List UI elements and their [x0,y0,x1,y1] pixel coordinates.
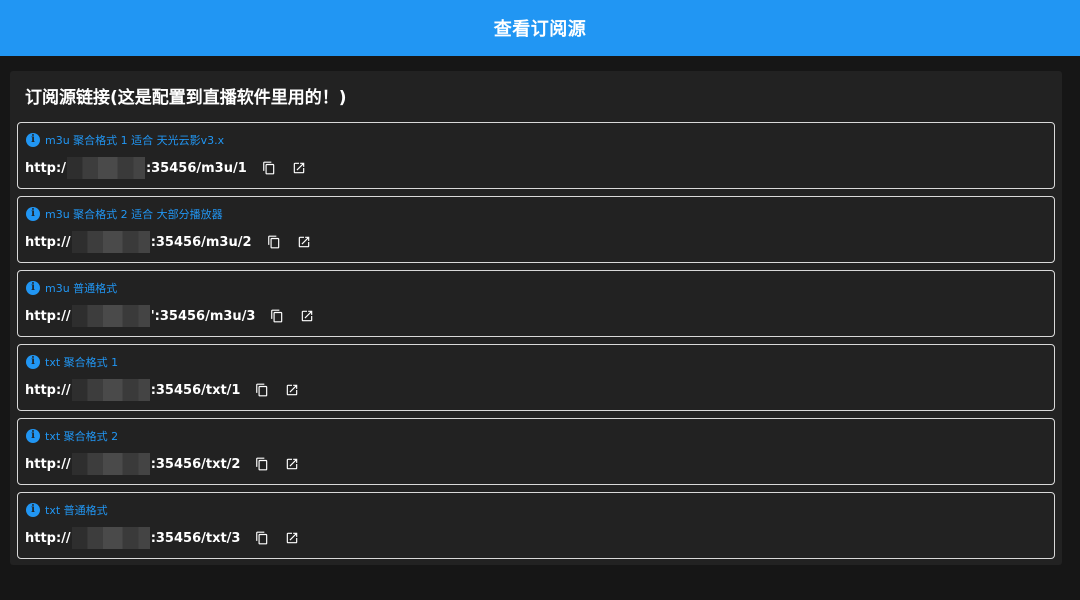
subscription-item: i m3u 普通格式 http:// ':35456/m3u/3 [17,270,1055,337]
url-prefix: http:// [25,234,71,250]
subscription-url[interactable]: http:// :35456/txt/1 [25,379,240,401]
redacted-host [71,379,150,401]
url-suffix: :35456/m3u/2 [150,234,252,250]
item-header: i txt 聚合格式 2 [26,428,118,444]
copy-icon[interactable] [261,160,277,176]
subscription-item: i txt 聚合格式 2 http:// :35456/txt/2 [17,418,1055,485]
subscription-list: i m3u 聚合格式 1 适合 天光云影v3.x http:/ :35456/m… [17,122,1055,566]
info-icon: i [26,503,40,517]
subscription-item: i txt 聚合格式 1 http:// :35456/txt/1 [17,344,1055,411]
subscription-card: 订阅源链接(这是配置到直播软件里用的！) i m3u 聚合格式 1 适合 天光云… [10,71,1062,565]
subscription-item: i m3u 聚合格式 2 适合 大部分播放器 http:// :35456/m3… [17,196,1055,263]
item-description: m3u 普通格式 [45,282,118,295]
url-prefix: http:// [25,382,71,398]
open-in-new-icon[interactable] [291,160,307,176]
redacted-host [71,305,150,327]
item-description: m3u 聚合格式 1 适合 天光云影v3.x [45,134,225,147]
item-url-row: http:// ':35456/m3u/3 [25,305,315,327]
copy-icon[interactable] [254,530,270,546]
open-in-new-icon[interactable] [284,456,300,472]
item-header: i m3u 聚合格式 1 适合 天光云影v3.x [26,132,224,148]
item-url-row: http:// :35456/txt/2 [25,453,300,475]
subscription-url[interactable]: http:// :35456/txt/2 [25,453,240,475]
subscription-url[interactable]: http:/ :35456/m3u/1 [25,157,247,179]
item-url-row: http:// :35456/txt/3 [25,527,300,549]
page-title: 查看订阅源 [493,19,587,40]
item-description: txt 聚合格式 1 [45,356,119,369]
info-icon: i [26,355,40,369]
subscription-url[interactable]: http:// :35456/m3u/2 [25,231,252,253]
open-in-new-icon[interactable] [296,234,312,250]
subscription-url[interactable]: http:// :35456/txt/3 [25,527,240,549]
info-icon: i [26,207,40,221]
url-suffix: :35456/txt/2 [150,456,241,472]
item-description: m3u 聚合格式 2 适合 大部分播放器 [45,208,223,221]
redacted-host [71,453,150,475]
item-description: txt 聚合格式 2 [45,430,119,443]
info-icon: i [26,281,40,295]
item-url-row: http:// :35456/txt/1 [25,379,300,401]
url-suffix: ':35456/m3u/3 [150,308,256,324]
open-in-new-icon[interactable] [284,382,300,398]
info-icon: i [26,429,40,443]
app-header: 查看订阅源 [0,0,1080,56]
url-suffix: :35456/txt/1 [150,382,241,398]
item-description: txt 普通格式 [45,504,108,517]
copy-icon[interactable] [266,234,282,250]
open-in-new-icon[interactable] [284,530,300,546]
item-url-row: http:/ :35456/m3u/1 [25,157,307,179]
redacted-host [66,157,145,179]
redacted-host [71,527,150,549]
url-prefix: http:/ [25,160,66,176]
item-url-row: http:// :35456/m3u/2 [25,231,312,253]
info-icon: i [26,133,40,147]
item-header: i txt 普通格式 [26,502,108,518]
subscription-url[interactable]: http:// ':35456/m3u/3 [25,305,255,327]
redacted-host [71,231,150,253]
subscription-item: i txt 普通格式 http:// :35456/txt/3 [17,492,1055,559]
url-prefix: http:// [25,308,71,324]
open-in-new-icon[interactable] [299,308,315,324]
item-header: i m3u 聚合格式 2 适合 大部分播放器 [26,206,223,222]
item-header: i txt 聚合格式 1 [26,354,118,370]
url-prefix: http:// [25,456,71,472]
card-title: 订阅源链接(这是配置到直播软件里用的！) [25,88,347,108]
subscription-item: i m3u 聚合格式 1 适合 天光云影v3.x http:/ :35456/m… [17,122,1055,189]
copy-icon[interactable] [254,456,270,472]
url-suffix: :35456/m3u/1 [145,160,247,176]
url-suffix: :35456/txt/3 [150,530,241,546]
copy-icon[interactable] [269,308,285,324]
copy-icon[interactable] [254,382,270,398]
url-prefix: http:// [25,530,71,546]
item-header: i m3u 普通格式 [26,280,117,296]
